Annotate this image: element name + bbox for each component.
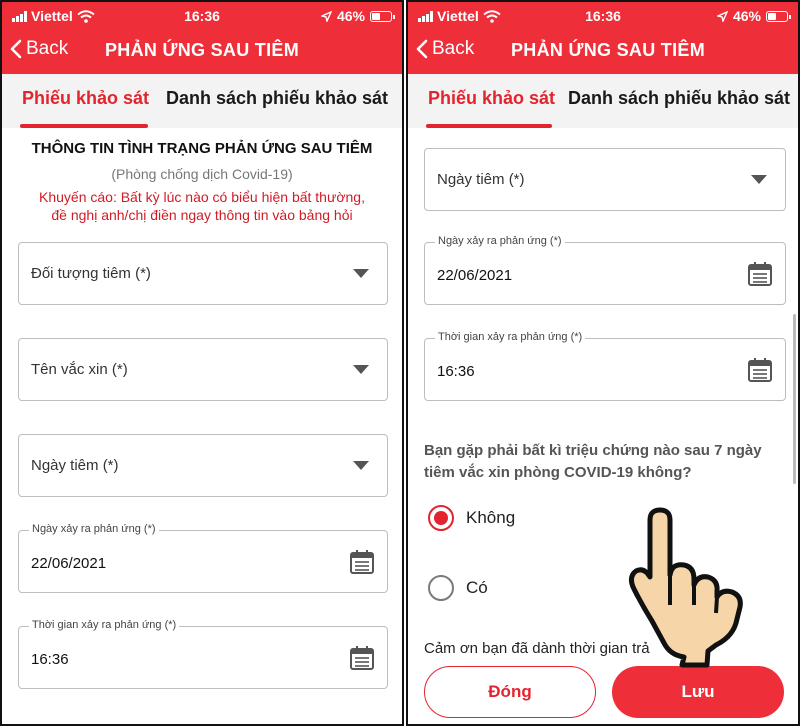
battery-percent: 46%: [336, 8, 365, 24]
scrollbar[interactable]: [793, 314, 796, 484]
injection-date-placeholder: Ngày tiêm (*): [31, 457, 119, 474]
location-icon: [716, 10, 728, 22]
dropdown-caret-icon: [751, 175, 767, 184]
vaccine-name-placeholder: Tên vắc xin (*): [31, 361, 128, 378]
reaction-date-value: 22/06/2021: [31, 555, 107, 572]
injection-date-placeholder: Ngày tiêm (*): [437, 171, 525, 188]
calendar-icon[interactable]: [349, 549, 375, 575]
nav-bar: Back PHẢN ỨNG SAU TIÊM: [2, 30, 402, 74]
tab-survey-list[interactable]: Danh sách phiếu khảo sát: [166, 88, 388, 109]
injection-date-select[interactable]: Ngày tiêm (*): [424, 148, 786, 211]
warning-line-2: đề nghị anh/chị điền ngay thông tin vào …: [51, 207, 353, 223]
reaction-date-value: 22/06/2021: [437, 267, 513, 284]
reaction-date-label: Ngày xảy ra phản ứng (*): [435, 235, 565, 247]
tab-survey[interactable]: Phiếu khảo sát: [428, 88, 555, 109]
radio-yes-label[interactable]: Có: [466, 578, 488, 598]
reaction-time-value: 16:36: [31, 651, 69, 668]
calendar-icon[interactable]: [747, 261, 773, 287]
symptom-question: Bạn gặp phải bất kì triệu chứng nào sau …: [424, 440, 786, 484]
question-line-2: tiêm vắc xin phòng COVID-19 không?: [424, 464, 692, 481]
radio-no[interactable]: [428, 505, 454, 531]
reaction-time-value: 16:36: [437, 363, 475, 380]
page-title: PHẢN ỨNG SAU TIÊM: [104, 40, 300, 60]
radio-no-label[interactable]: Không: [466, 508, 515, 528]
dropdown-caret-icon: [353, 269, 369, 278]
dropdown-caret-icon: [353, 365, 369, 374]
location-icon: [320, 10, 332, 22]
status-bar: Viettel 16:36 46%: [408, 2, 798, 30]
tab-survey[interactable]: Phiếu khảo sát: [22, 88, 149, 109]
form-warning: Khuyến cáo: Bất kỳ lúc nào có biểu hiện …: [12, 188, 392, 224]
reaction-date-field[interactable]: Ngày xảy ra phản ứng (*) 22/06/2021: [18, 523, 388, 593]
target-group-placeholder: Đối tượng tiêm (*): [31, 265, 151, 282]
reaction-time-label: Thời gian xảy ra phản ứng (*): [435, 331, 586, 343]
page-title: PHẢN ỨNG SAU TIÊM: [510, 40, 706, 60]
dropdown-caret-icon: [353, 461, 369, 470]
calendar-icon[interactable]: [747, 357, 773, 383]
reaction-time-label: Thời gian xảy ra phản ứng (*): [29, 619, 180, 631]
vaccine-name-select[interactable]: Tên vắc xin (*): [18, 338, 388, 401]
close-button[interactable]: Đóng: [424, 666, 596, 718]
tab-survey-list[interactable]: Danh sách phiếu khảo sát: [568, 88, 790, 109]
calendar-icon[interactable]: [349, 645, 375, 671]
reaction-time-field[interactable]: Thời gian xảy ra phản ứng (*) 16:36: [424, 331, 786, 401]
warning-line-1: Khuyến cáo: Bất kỳ lúc nào có biểu hiện …: [39, 189, 365, 205]
tab-bar: Phiếu khảo sát Danh sách phiếu khảo sát: [2, 74, 402, 128]
target-group-select[interactable]: Đối tượng tiêm (*): [18, 242, 388, 305]
form-body: THÔNG TIN TÌNH TRẠNG PHẢN ỨNG SAU TIÊM (…: [2, 128, 402, 724]
injection-date-select[interactable]: Ngày tiêm (*): [18, 434, 388, 497]
battery-icon: [370, 10, 395, 22]
form-heading: THÔNG TIN TÌNH TRẠNG PHẢN ỨNG SAU TIÊM: [31, 140, 373, 157]
reaction-time-field[interactable]: Thời gian xảy ra phản ứng (*) 16:36: [18, 619, 388, 689]
battery-percent: 46%: [732, 8, 761, 24]
nav-bar: Back PHẢN ỨNG SAU TIÊM: [408, 30, 798, 74]
form-subheading: (Phòng chống dịch Covid-19): [111, 166, 293, 182]
tab-bar: Phiếu khảo sát Danh sách phiếu khảo sát: [408, 74, 798, 128]
reaction-date-label: Ngày xảy ra phản ứng (*): [29, 523, 159, 535]
reaction-date-field[interactable]: Ngày xảy ra phản ứng (*) 22/06/2021: [424, 235, 786, 305]
battery-icon: [766, 10, 791, 22]
radio-yes[interactable]: [428, 575, 454, 601]
status-bar: Viettel 16:36 46%: [2, 2, 402, 30]
pointing-hand-icon: [628, 507, 743, 668]
phone-screen-left: Viettel 16:36 46% Back PHẢN ỨNG SAU TIÊM…: [0, 0, 404, 726]
question-line-1: Bạn gặp phải bất kì triệu chứng nào sau …: [424, 442, 762, 459]
